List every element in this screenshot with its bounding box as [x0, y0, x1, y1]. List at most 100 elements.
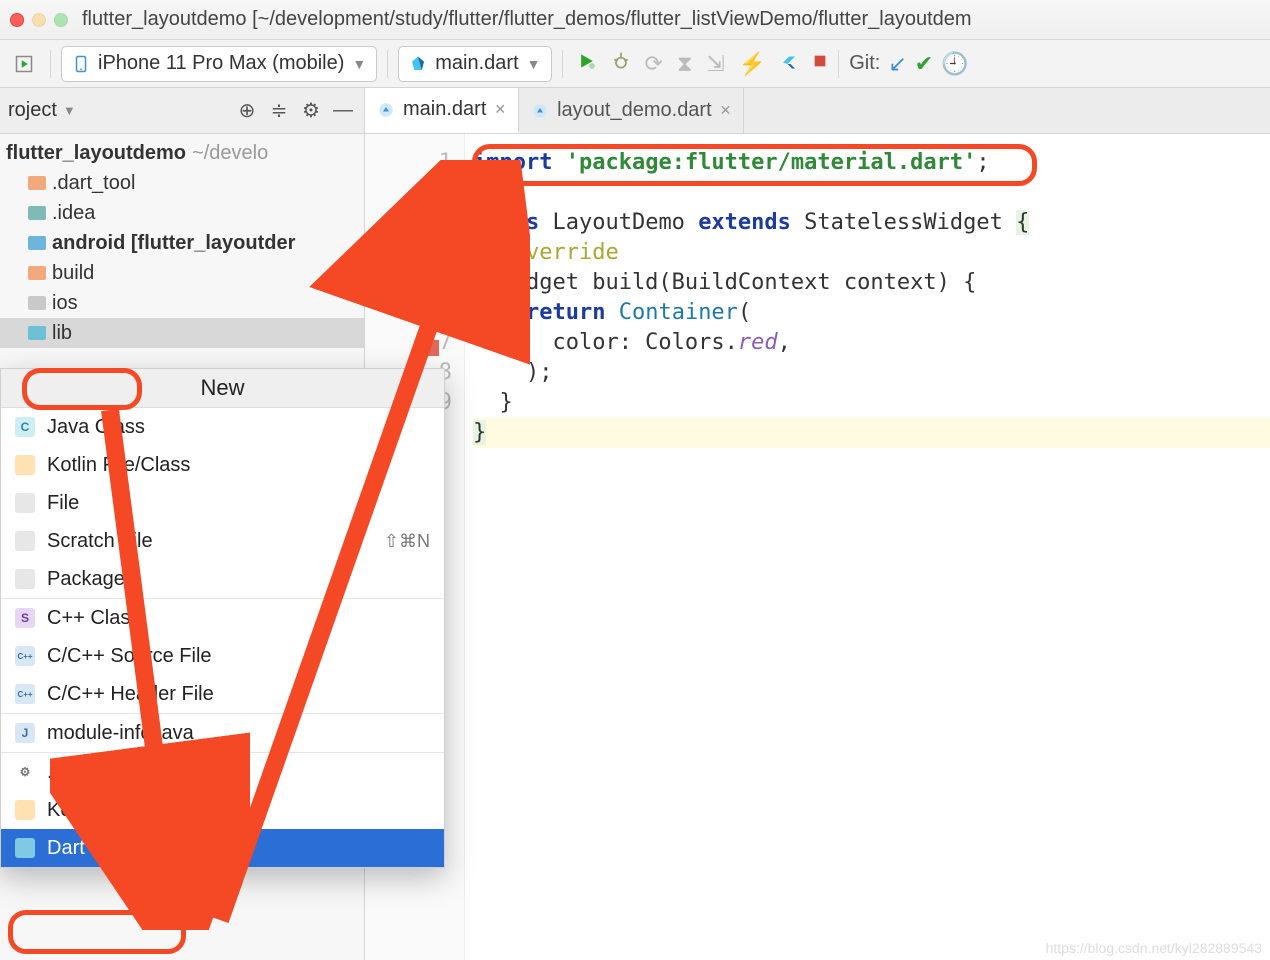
editor-tabs: main.dart ✕ layout_demo.dart ✕	[365, 88, 1270, 134]
code-text: return	[526, 300, 605, 325]
code-text	[605, 300, 618, 325]
close-window-icon[interactable]	[10, 13, 24, 27]
main-split: roject ▼ ⊕ ≑ ⚙ — flutter_layoutdemo ~/de…	[0, 88, 1270, 960]
separator	[838, 50, 839, 78]
project-tool-label[interactable]: roject	[8, 99, 57, 122]
code-text: }	[473, 420, 486, 445]
watermark: https://blog.csdn.net/kyl28288​9543	[1046, 940, 1262, 956]
device-selector-label: iPhone 11 Pro Max (mobile)	[98, 52, 344, 75]
tab-label: main.dart	[403, 98, 486, 121]
menu-item-label: Kotlin File/Class	[47, 454, 190, 477]
code-text: );	[473, 358, 1270, 388]
code-text: Container	[619, 300, 738, 325]
tree-item--idea[interactable]: .idea	[0, 198, 364, 228]
project-root-path: ~/develo	[192, 142, 268, 165]
run-config-selector[interactable]: main.dart ▼	[398, 46, 551, 82]
line-number: 7	[365, 328, 452, 358]
menu-item-label: Scratch File	[47, 530, 153, 553]
menu-item-java-class[interactable]: C Java Class	[1, 408, 444, 446]
menu-item-label: C/C++ Header File	[47, 683, 214, 706]
menu-item-c-c-source-file[interactable]: C++C/C++ Source File	[1, 637, 444, 675]
code-text: ,	[778, 330, 791, 355]
tree-item-label: ios	[52, 292, 78, 315]
error-gutter-icon[interactable]	[421, 340, 439, 356]
menu-item-icon: J	[15, 723, 35, 743]
folder-icon	[28, 296, 46, 310]
window-traffic-lights	[10, 13, 68, 27]
debug-button[interactable]	[611, 51, 631, 76]
menu-item-icon	[15, 838, 35, 858]
chevron-down-icon[interactable]: ▼	[63, 103, 76, 118]
tree-item-label: android [flutter_layoutder	[52, 232, 295, 255]
folder-icon	[28, 236, 46, 250]
window-title: flutter_layoutdemo [~/development/study/…	[82, 8, 972, 31]
line-number: 6	[365, 298, 452, 328]
hide-icon[interactable]: —	[330, 99, 356, 122]
settings-gear-icon[interactable]: ⚙	[298, 98, 324, 123]
annotation-redbox-lib	[22, 368, 142, 410]
attach-button[interactable]: ⇲	[706, 51, 724, 77]
tree-item-android-flutter-layoutder[interactable]: android [flutter_layoutder	[0, 228, 364, 258]
project-tree[interactable]: flutter_layoutdemo ~/develo .dart_tool .i…	[0, 134, 364, 348]
git-update-icon[interactable]: ↙	[888, 51, 906, 77]
tree-item--dart-tool[interactable]: .dart_tool	[0, 168, 364, 198]
menu-item-kotlin-file-class[interactable]: Kotlin File/Class	[1, 446, 444, 484]
menu-item-label: .editorconfig file	[47, 761, 187, 784]
project-root[interactable]: flutter_layoutdemo ~/develo	[0, 138, 364, 168]
stop-button[interactable]	[812, 53, 828, 74]
device-selector[interactable]: iPhone 11 Pro Max (mobile) ▼	[61, 46, 377, 82]
collapse-icon[interactable]: ≑	[266, 98, 292, 123]
menu-item-label: Dart File	[47, 837, 123, 860]
code-content[interactable]: import 'package:flutter/material.dart'; …	[465, 134, 1270, 960]
tab-layout-demo-dart[interactable]: layout_demo.dart ✕	[519, 88, 744, 133]
run-button[interactable]	[577, 51, 597, 76]
git-commit-icon[interactable]: ✔	[915, 51, 933, 77]
folder-icon	[28, 176, 46, 190]
menu-item-icon: C	[15, 417, 35, 437]
menu-item-module-info-java[interactable]: Jmodule-info.java	[1, 714, 444, 752]
tab-main-dart[interactable]: main.dart ✕	[365, 88, 519, 133]
code-text: class	[473, 210, 539, 235]
tree-item-label: .dart_tool	[52, 172, 135, 195]
menu-item-icon: C++	[15, 684, 35, 704]
code-text: }	[473, 388, 1270, 418]
flutter-devtools-button[interactable]	[780, 52, 798, 75]
menu-item-kotlin-script[interactable]: Kotlin Script	[1, 791, 444, 829]
coverage-button[interactable]: ⟳	[645, 51, 663, 77]
menu-item--editorconfig-file[interactable]: ⚙.editorconfig file	[1, 753, 444, 791]
menu-item-label: Java Class	[47, 416, 145, 439]
run-target-icon[interactable]	[8, 48, 40, 80]
folder-icon	[28, 326, 46, 340]
close-tab-icon[interactable]: ✕	[720, 102, 732, 119]
maximize-window-icon[interactable]	[54, 13, 68, 27]
menu-item-dart-file[interactable]: Dart File	[1, 829, 444, 867]
menu-item-label: module-info.java	[47, 722, 194, 745]
chevron-down-icon: ▼	[527, 56, 541, 72]
folder-icon	[28, 206, 46, 220]
menu-item-label: Kotlin Script	[47, 799, 154, 822]
menu-item-label: Package	[47, 568, 125, 591]
code-editor[interactable]: 1 2 3 4 ↑ 5 6 7 8 9 import 'package:flut…	[365, 134, 1270, 960]
menu-item-file[interactable]: File	[1, 484, 444, 522]
menu-item-package[interactable]: Package	[1, 560, 444, 598]
close-tab-icon[interactable]: ✕	[494, 101, 506, 118]
git-history-icon[interactable]: 🕘	[941, 51, 968, 77]
tree-item-lib[interactable]: lib	[0, 318, 364, 348]
project-root-name: flutter_layoutdemo	[6, 142, 186, 165]
project-tool-header: roject ▼ ⊕ ≑ ⚙ —	[0, 88, 364, 134]
menu-item-scratch-file[interactable]: Scratch File⇧⌘N	[1, 522, 444, 560]
minimize-window-icon[interactable]	[32, 13, 46, 27]
run-config-label: main.dart	[435, 52, 518, 75]
tree-item-build[interactable]: build	[0, 258, 364, 288]
locate-icon[interactable]: ⊕	[234, 98, 260, 123]
run-controls: ⟳ ⧗ ⇲ ⚡	[577, 51, 829, 77]
tree-item-label: lib	[52, 322, 72, 345]
tree-item-ios[interactable]: ios	[0, 288, 364, 318]
menu-item-c-c-header-file[interactable]: C++ C/C++ Header File	[1, 675, 444, 713]
line-number: ↑ 5	[365, 268, 452, 298]
override-gutter-icon[interactable]: ↑	[373, 274, 391, 292]
profile-button[interactable]: ⧗	[677, 51, 692, 77]
hot-reload-button[interactable]: ⚡	[739, 51, 766, 77]
menu-item-c-class[interactable]: SC++ Class	[1, 599, 444, 637]
annotation-redbox-dartfile	[8, 910, 186, 954]
